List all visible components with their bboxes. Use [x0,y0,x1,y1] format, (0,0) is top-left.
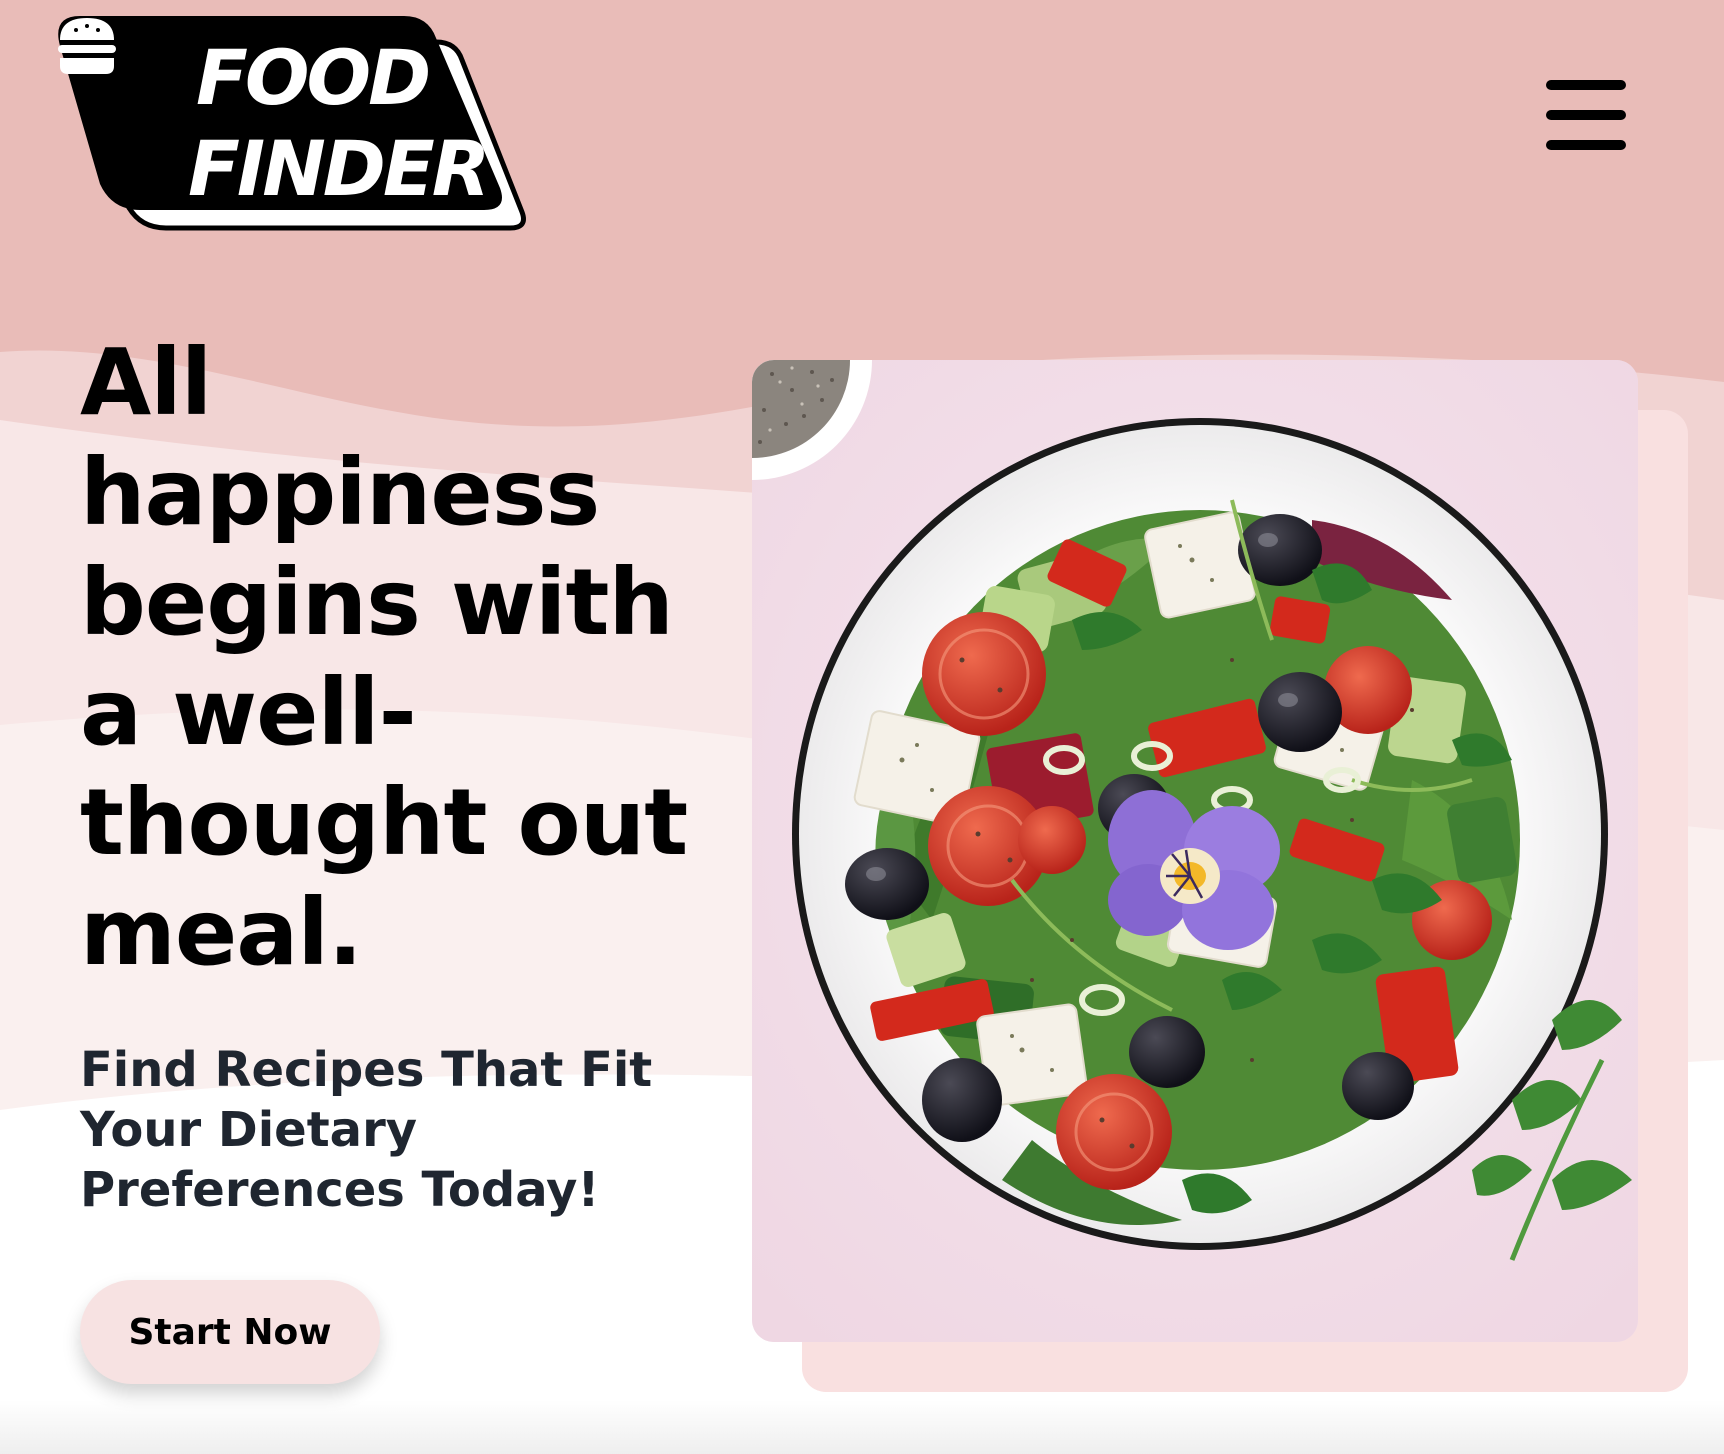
hero-subtitle: Find Recipes That Fit Your Dietary Prefe… [80,1040,700,1220]
start-now-button[interactable]: Start Now [80,1280,380,1384]
salad-illustration [752,360,1638,1342]
hero-title-line: thought out [80,769,688,876]
bottom-fade [0,1400,1724,1454]
hero-title-line: All [80,329,212,436]
hamburger-menu-icon-bar [1546,140,1626,150]
food-finder-logo[interactable]: FOOD FINDER [56,16,542,242]
logo-text-food: FOOD [196,33,431,122]
hamburger-menu-button[interactable] [1538,72,1630,156]
logo-text-finder: FINDER [188,124,490,213]
hero-subtitle-line: Preferences Today! [80,1162,600,1218]
hero-title: All happiness begins with a well- though… [80,328,688,988]
hamburger-menu-icon-bar [1546,110,1626,120]
hero-title-line: meal. [80,879,363,986]
salad-bowl-image [752,360,1638,1342]
hero-subtitle-line: Find Recipes That Fit [80,1042,653,1098]
hero-title-line: happiness [80,439,600,546]
burger-icon [58,18,116,74]
hamburger-menu-icon [1546,80,1626,90]
hero-title-line: begins with [80,549,674,656]
hero-subtitle-line: Your Dietary [80,1102,418,1158]
hero-title-line: a well- [80,659,417,766]
